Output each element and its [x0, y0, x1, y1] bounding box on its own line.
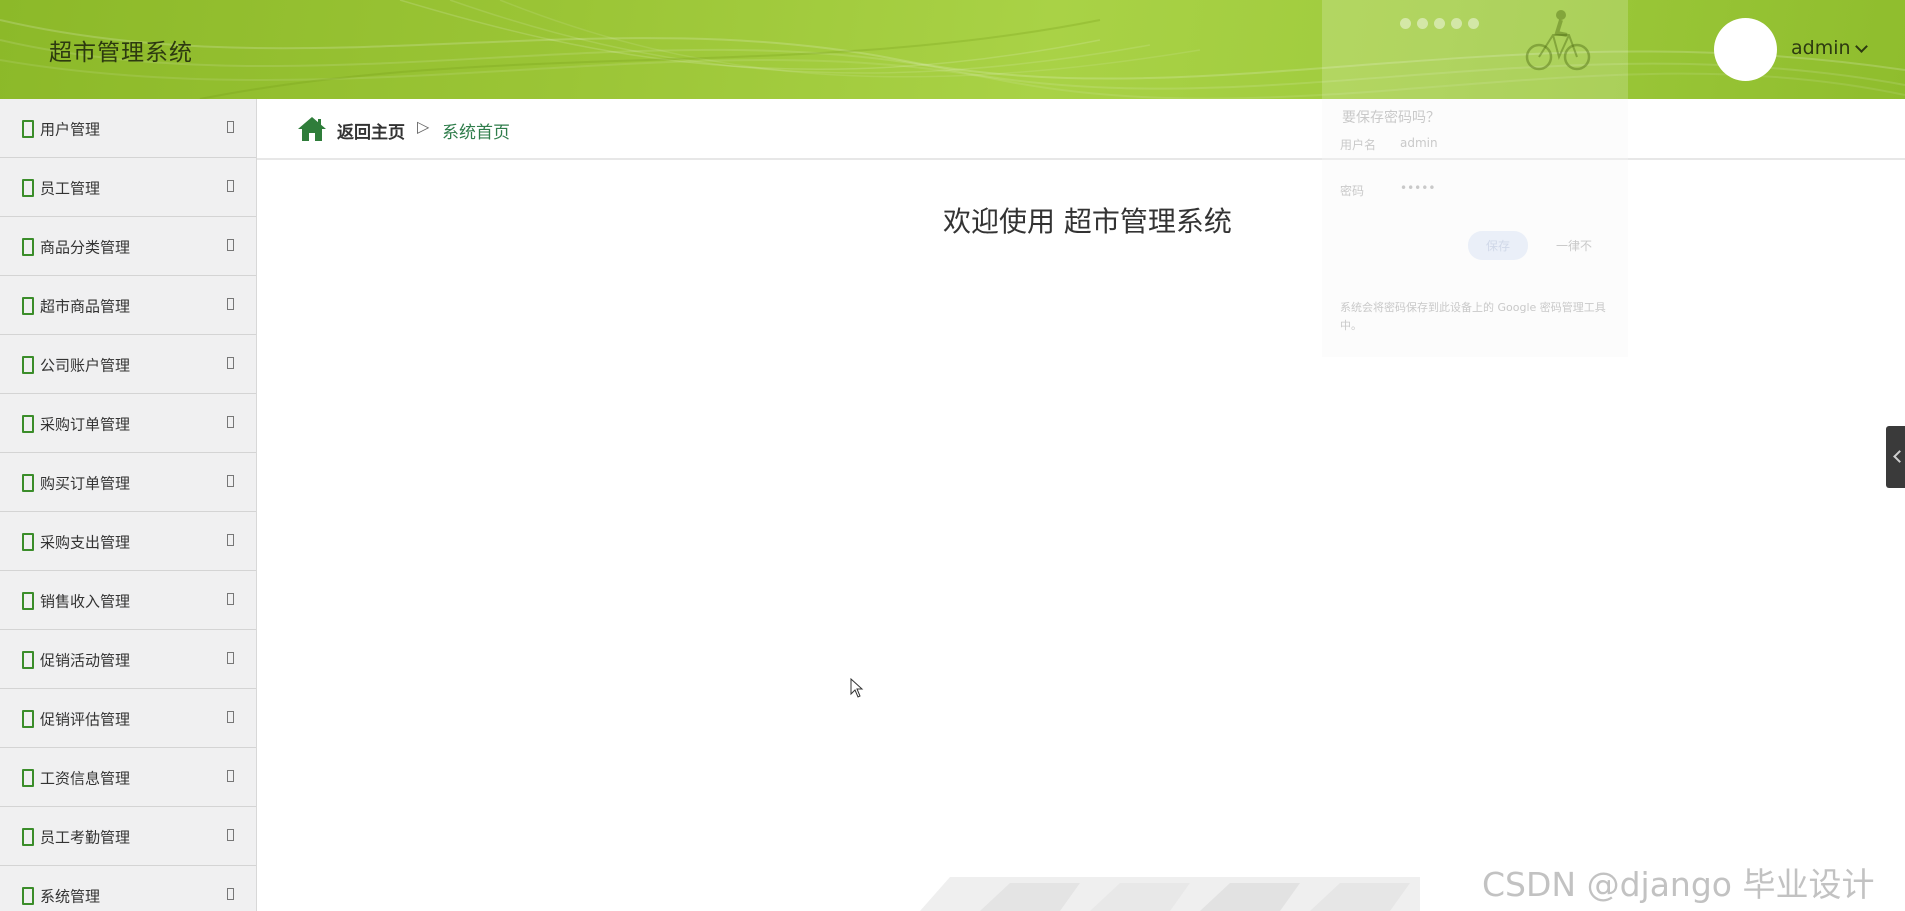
mouse-cursor-icon: [850, 678, 864, 698]
username-label: admin: [1791, 37, 1851, 59]
expand-icon: [227, 652, 234, 664]
expand-icon: [227, 888, 234, 900]
popup-never-button[interactable]: 一律不: [1556, 237, 1592, 254]
expand-icon: [227, 180, 234, 192]
expand-icon: [227, 121, 234, 133]
expand-icon: [227, 239, 234, 251]
sidebar-item-label: 促销评估管理: [40, 710, 131, 729]
sidebar-item-label: 采购订单管理: [40, 415, 131, 434]
user-menu[interactable]: admin: [1791, 37, 1868, 59]
menu-bar-icon: [22, 415, 34, 433]
sidebar-item-label: 促销活动管理: [40, 651, 131, 670]
sidebar-item-income[interactable]: 销售收入管理: [0, 571, 256, 630]
expand-icon: [227, 416, 234, 428]
sidebar-item-salary[interactable]: 工资信息管理: [0, 748, 256, 807]
menu-bar-icon: [22, 769, 34, 787]
watermark: CSDN @django 毕业设计: [1482, 865, 1875, 904]
expand-icon: [227, 475, 234, 487]
menu-bar-icon: [22, 179, 34, 197]
sidebar: 用户管理 员工管理 商品分类管理 超市商品管理 公司账户管理 采购订单管理 购买…: [0, 99, 257, 911]
chevron-down-icon: [1854, 39, 1868, 53]
expand-icon: [227, 770, 234, 782]
menu-bar-icon: [22, 297, 34, 315]
menu-bar-icon: [22, 828, 34, 846]
sidebar-item-label: 销售收入管理: [40, 592, 131, 611]
sidebar-item-label: 员工管理: [40, 179, 101, 198]
sidebar-item-label: 用户管理: [40, 120, 101, 139]
popup-footnote: 系统会将密码保存到此设备上的 Google 密码管理工具中。: [1340, 301, 1606, 332]
password-popup-panel: 要保存密码吗？ 用户名 admin 密码 ••••• 保存 一律不 系统会将密码…: [1322, 99, 1628, 357]
sidebar-item-buy-order[interactable]: 购买订单管理: [0, 453, 256, 512]
expand-icon: [227, 829, 234, 841]
sidebar-item-label: 公司账户管理: [40, 356, 131, 375]
menu-bar-icon: [22, 592, 34, 610]
home-icon[interactable]: [297, 116, 327, 142]
menu-bar-icon: [22, 474, 34, 492]
sidebar-item-user[interactable]: 用户管理: [0, 99, 256, 158]
sidebar-item-label: 员工考勤管理: [40, 828, 131, 847]
app-title: 超市管理系统: [49, 40, 193, 66]
sidebar-item-account[interactable]: 公司账户管理: [0, 335, 256, 394]
popup-username-value: admin: [1400, 136, 1438, 150]
side-collapse-tab[interactable]: [1886, 426, 1905, 488]
expand-icon: [227, 711, 234, 723]
breadcrumb-current: 系统首页: [442, 123, 510, 143]
sidebar-item-system[interactable]: 系统管理: [0, 866, 256, 911]
expand-icon: [227, 534, 234, 546]
top-header: 超市管理系统 admin: [0, 0, 1905, 99]
sidebar-item-purchase-order[interactable]: 采购订单管理: [0, 394, 256, 453]
sidebar-item-expense[interactable]: 采购支出管理: [0, 512, 256, 571]
sidebar-item-category[interactable]: 商品分类管理: [0, 217, 256, 276]
popup-username-label: 用户名: [1340, 138, 1377, 152]
menu-bar-icon: [22, 887, 34, 905]
avatar[interactable]: [1714, 18, 1777, 81]
sidebar-item-label: 系统管理: [40, 887, 101, 906]
menu-bar-icon: [22, 238, 34, 256]
sidebar-item-label: 购买订单管理: [40, 474, 131, 493]
sidebar-item-label: 采购支出管理: [40, 533, 131, 552]
sidebar-item-product[interactable]: 超市商品管理: [0, 276, 256, 335]
expand-icon: [227, 593, 234, 605]
sidebar-item-staff[interactable]: 员工管理: [0, 158, 256, 217]
popup-title: 要保存密码吗？: [1342, 110, 1440, 126]
breadcrumb-home-link[interactable]: 返回主页: [337, 118, 405, 143]
sidebar-item-attendance[interactable]: 员工考勤管理: [0, 807, 256, 866]
menu-bar-icon: [22, 533, 34, 551]
expand-icon: [227, 298, 234, 310]
sidebar-item-promotion[interactable]: 促销活动管理: [0, 630, 256, 689]
popup-save-button[interactable]: 保存: [1468, 231, 1529, 260]
expand-icon: [227, 357, 234, 369]
menu-bar-icon: [22, 356, 34, 374]
welcome-heading: 欢迎使用 超市管理系统: [943, 205, 1232, 238]
password-dots: [1400, 18, 1479, 29]
menu-bar-icon: [22, 120, 34, 138]
menu-bar-icon: [22, 651, 34, 669]
popup-password-label: 密码: [1340, 184, 1365, 198]
breadcrumb-separator: ▷: [417, 117, 430, 136]
sidebar-item-label: 商品分类管理: [40, 238, 131, 257]
popup-password-value: •••••: [1400, 181, 1436, 195]
breadcrumb: 返回主页 ▷ 系统首页: [257, 99, 1905, 160]
sidebar-item-promotion-eval[interactable]: 促销评估管理: [0, 689, 256, 748]
bottom-decoration: [920, 877, 1420, 911]
sidebar-item-label: 工资信息管理: [40, 769, 131, 788]
sidebar-item-label: 超市商品管理: [40, 297, 131, 316]
menu-bar-icon: [22, 710, 34, 728]
bicycle-icon: [1525, 10, 1591, 71]
